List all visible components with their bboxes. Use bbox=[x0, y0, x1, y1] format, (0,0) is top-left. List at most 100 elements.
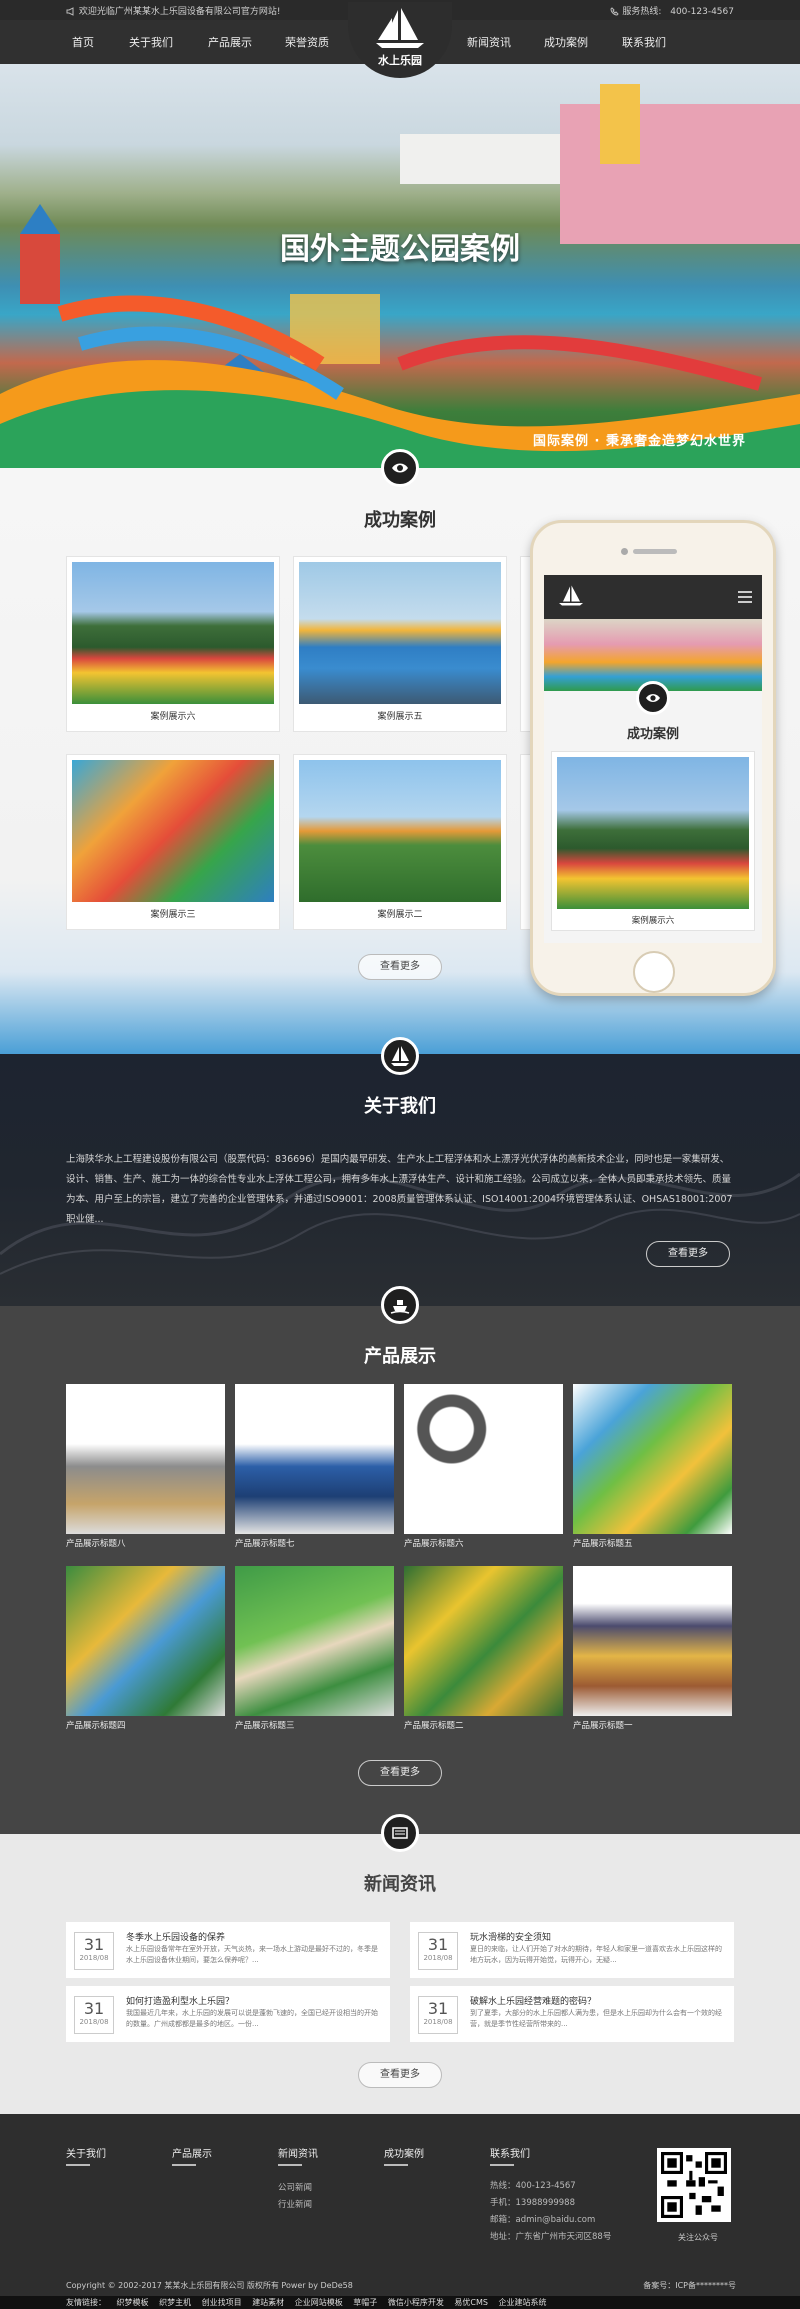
friend-links: 友情链接： 织梦模板 织梦主机 创业找项目 建站素材 企业网站模板 草帽子 微信… bbox=[0, 2296, 800, 2309]
phone-home-button bbox=[633, 951, 675, 993]
footer-link-company-news[interactable]: 公司新闻 bbox=[278, 2180, 312, 2197]
product-image bbox=[573, 1566, 732, 1716]
news-day: 31 bbox=[427, 1999, 449, 2018]
site-logo[interactable]: 水上乐园 bbox=[348, 2, 452, 78]
about-more-button[interactable]: 查看更多 bbox=[646, 1241, 730, 1267]
product-image bbox=[573, 1384, 732, 1534]
friend-link[interactable]: 企业网站模板 bbox=[295, 2298, 343, 2307]
icp-record[interactable]: 备案号：ICP备********号 bbox=[643, 2280, 736, 2291]
news-title-text[interactable]: 破解水上乐园经营难题的密码？ bbox=[470, 1994, 596, 2007]
news-desc: 我国最近几年来，水上乐园的发展可以说是蓬勃飞速的，全国已经开设相当的开始的数量。… bbox=[126, 2009, 378, 2028]
news-month: 2018/08 bbox=[423, 1954, 453, 1962]
products-section-icon bbox=[381, 1286, 419, 1324]
phone-header bbox=[544, 575, 762, 619]
footer-col-products[interactable]: 产品展示 bbox=[172, 2145, 212, 2166]
footer-col-title[interactable]: 新闻资讯 bbox=[278, 2149, 318, 2160]
case-image bbox=[299, 562, 501, 704]
news-item[interactable]: 31 2018/08 如何打造盈利型水上乐园？ 我国最近几年来，水上乐园的发展可以… bbox=[66, 1986, 390, 2042]
product-card[interactable] bbox=[66, 1384, 225, 1534]
phone-icon bbox=[610, 7, 620, 16]
news-day: 31 bbox=[83, 1999, 105, 2018]
news-date: 31 2018/08 bbox=[418, 1932, 458, 1970]
phone-speaker bbox=[633, 549, 677, 554]
case-caption: 案例展示二 bbox=[377, 910, 423, 920]
product-card[interactable] bbox=[235, 1566, 394, 1716]
product-caption: 产品展示标题六 bbox=[404, 1539, 464, 1549]
news-date: 31 2018/08 bbox=[74, 1996, 114, 2034]
case-card[interactable]: 案例展示五 bbox=[293, 556, 507, 732]
footer-col-about[interactable]: 关于我们 bbox=[66, 2145, 106, 2166]
product-card[interactable] bbox=[66, 1566, 225, 1716]
product-caption: 产品展示标题三 bbox=[235, 1721, 295, 1731]
footer-col-title[interactable]: 产品展示 bbox=[172, 2149, 212, 2160]
product-image bbox=[66, 1384, 225, 1534]
friend-link[interactable]: 织梦模板 bbox=[117, 2298, 149, 2307]
news-title-text[interactable]: 如何打造盈利型水上乐园？ bbox=[126, 1994, 234, 2007]
hotline: 服务热线: 400-123-4567 bbox=[610, 4, 734, 17]
footer-address: 地址：广东省广州市天河区88号 bbox=[490, 2232, 612, 2242]
product-card[interactable] bbox=[235, 1384, 394, 1534]
eye-icon bbox=[392, 463, 408, 473]
friend-link[interactable]: 微信小程序开发 bbox=[388, 2298, 444, 2307]
phone-mockup: 成功案例 案例展示六 bbox=[530, 520, 776, 996]
footer-link-industry-news[interactable]: 行业新闻 bbox=[278, 2197, 312, 2214]
news-month: 2018/08 bbox=[423, 2018, 453, 2026]
footer-col-news[interactable]: 新闻资讯 bbox=[278, 2145, 318, 2166]
product-caption: 产品展示标题七 bbox=[235, 1539, 295, 1549]
footer-contact-info: 热线：400-123-4567 手机：13988999988 邮箱：admin@… bbox=[490, 2178, 611, 2246]
case-card[interactable]: 案例展示三 bbox=[66, 754, 280, 930]
news-title: 新闻资讯 bbox=[364, 1874, 436, 1895]
footer-col-title[interactable]: 联系我们 bbox=[490, 2149, 530, 2160]
product-card[interactable] bbox=[404, 1566, 563, 1716]
nav-products[interactable]: 产品展示 bbox=[208, 34, 252, 50]
nav-home[interactable]: 首页 bbox=[72, 34, 94, 50]
product-card[interactable] bbox=[573, 1384, 732, 1534]
friend-link[interactable]: 建站素材 bbox=[252, 2298, 284, 2307]
product-caption: 产品展示标题二 bbox=[404, 1721, 464, 1731]
footer-hotline: 热线：400-123-4567 bbox=[490, 2181, 576, 2191]
news-title-text[interactable]: 冬季水上乐园设备的保养 bbox=[126, 1930, 225, 1943]
friend-link[interactable]: 企业建站系统 bbox=[499, 2298, 547, 2307]
case-card[interactable]: 案例展示二 bbox=[293, 754, 507, 930]
cases-more-button[interactable]: 查看更多 bbox=[358, 954, 442, 980]
product-card[interactable] bbox=[404, 1384, 563, 1534]
nav-news[interactable]: 新闻资讯 bbox=[467, 34, 511, 50]
footer-news-links: 公司新闻 行业新闻 bbox=[278, 2180, 312, 2214]
sailboat-logo-icon bbox=[559, 585, 583, 606]
news-more-button[interactable]: 查看更多 bbox=[358, 2062, 442, 2088]
about-section-icon bbox=[381, 1037, 419, 1075]
case-card[interactable]: 案例展示六 bbox=[66, 556, 280, 732]
sailboat-icon bbox=[391, 1046, 409, 1066]
news-item[interactable]: 31 2018/08 玩水滑梯的安全须知 夏日的来临，让人们开始了对水的期待，年轻… bbox=[410, 1922, 734, 1978]
footer-email[interactable]: 邮箱：admin@baidu.com bbox=[490, 2212, 611, 2229]
products-more-button[interactable]: 查看更多 bbox=[358, 1760, 442, 1786]
nav-cases[interactable]: 成功案例 bbox=[544, 34, 588, 50]
qr-label: 关注公众号 bbox=[678, 2233, 718, 2242]
phone-case-card[interactable]: 案例展示六 bbox=[551, 751, 755, 931]
friend-link[interactable]: 易优CMS bbox=[454, 2298, 488, 2307]
hotline-number: 400-123-4567 bbox=[670, 7, 734, 17]
footer-col-title[interactable]: 关于我们 bbox=[66, 2149, 106, 2160]
about-text: 上海陕华水上工程建设股份有限公司（股票代码：836696）是国内最早研发、生产水… bbox=[66, 1154, 733, 1225]
footer-col-title[interactable]: 成功案例 bbox=[384, 2149, 424, 2160]
friend-link[interactable]: 草帽子 bbox=[353, 2298, 377, 2307]
news-item[interactable]: 31 2018/08 破解水上乐园经营难题的密码？ 到了夏季，大部分的水上乐园都人… bbox=[410, 1986, 734, 2042]
nav-honors[interactable]: 荣誉资质 bbox=[285, 34, 329, 50]
nav-contact[interactable]: 联系我们 bbox=[622, 34, 666, 50]
menu-icon[interactable] bbox=[738, 591, 752, 603]
friend-link[interactable]: 创业找项目 bbox=[202, 2298, 242, 2307]
banner-title: 国外主题公园案例 bbox=[280, 232, 520, 267]
eye-icon bbox=[646, 694, 660, 702]
product-image bbox=[235, 1384, 394, 1534]
news-item[interactable]: 31 2018/08 冬季水上乐园设备的保养 水上乐园设备常年在室外开放，天气炎热… bbox=[66, 1922, 390, 1978]
product-card[interactable] bbox=[573, 1566, 732, 1716]
nav-about[interactable]: 关于我们 bbox=[129, 34, 173, 50]
qr-code-icon bbox=[661, 2152, 727, 2218]
phone-section-icon bbox=[636, 681, 670, 715]
friend-link[interactable]: 织梦主机 bbox=[159, 2298, 191, 2307]
cases-section-icon bbox=[381, 449, 419, 487]
footer-col-contact[interactable]: 联系我们 bbox=[490, 2145, 530, 2166]
news-title-text[interactable]: 玩水滑梯的安全须知 bbox=[470, 1930, 551, 1943]
footer-col-cases[interactable]: 成功案例 bbox=[384, 2145, 424, 2166]
product-caption: 产品展示标题一 bbox=[573, 1721, 633, 1731]
